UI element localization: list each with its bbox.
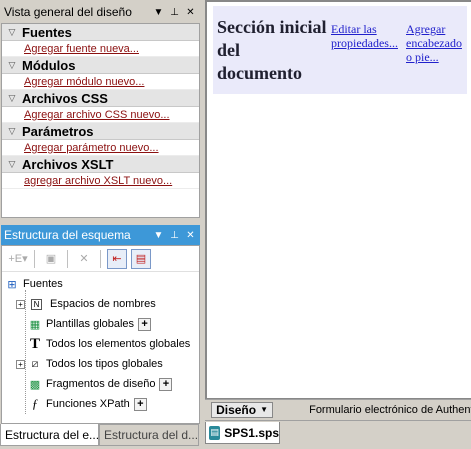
- add-parameter-link[interactable]: Agregar parámetro nuevo...: [2, 140, 199, 156]
- schema-source-icon[interactable]: ▣: [41, 249, 61, 269]
- tree-item-label: Todos los elementos globales: [46, 338, 191, 350]
- sps-file-icon: ▤: [209, 425, 221, 440]
- toolbar-separator: [100, 249, 101, 268]
- overview-panel-title: Vista general del diseño: [4, 5, 132, 19]
- overview-category-fuentes[interactable]: ▽ Fuentes: [2, 24, 199, 41]
- tree-item-label: Fragmentos de diseño: [46, 378, 156, 390]
- tree-item-namespaces[interactable]: + N Espacios de nombres: [2, 294, 199, 314]
- design-view[interactable]: Sección inicial del documento Editar las…: [205, 0, 471, 400]
- file-tab-sps1[interactable]: ▤ SPS1.sps: [205, 422, 280, 444]
- view-selector-label: Diseño: [216, 402, 257, 417]
- add-css-link[interactable]: Agregar archivo CSS nuevo...: [2, 107, 199, 123]
- add-element-icon[interactable]: +E▾: [8, 249, 28, 269]
- tree-item-global-elements[interactable]: T Todos los elementos globales: [2, 334, 199, 354]
- tree-item-label: Funciones XPath: [46, 398, 130, 410]
- schema-panel-header: Estructura del esquema ▼ ⊥ ✕: [1, 225, 200, 245]
- collapse-triangle-icon[interactable]: ▽: [2, 126, 22, 137]
- view-selector-button[interactable]: Diseño ▼: [211, 401, 274, 418]
- pin-icon[interactable]: ⊥: [168, 228, 181, 242]
- overview-category-modulos[interactable]: ▽ Módulos: [2, 57, 199, 74]
- tree-item-label: Espacios de nombres: [50, 298, 156, 310]
- tree-item-global-templates[interactable]: ▦ Plantillas globales +: [2, 314, 199, 334]
- file-tab-bar: ▤ SPS1.sps: [205, 420, 471, 449]
- category-label: Fuentes: [22, 24, 72, 40]
- fragment-icon: ▩: [29, 378, 41, 391]
- dropdown-icon[interactable]: ▼: [152, 5, 165, 19]
- category-label: Módulos: [22, 57, 76, 73]
- dropdown-icon[interactable]: ▼: [152, 228, 165, 242]
- category-label: Parámetros: [22, 123, 94, 139]
- tab-design-tree[interactable]: Estructura del d...: [99, 424, 199, 446]
- sources-icon: ⊞: [7, 278, 17, 291]
- collapse-triangle-icon[interactable]: ▽: [2, 93, 22, 104]
- add-header-footer-link[interactable]: Agregar encabezado o pie...: [406, 22, 466, 64]
- add-module-link[interactable]: Agregar módulo nuevo...: [2, 74, 199, 90]
- view-bar: Diseño ▼ Formulario electrónico de Authe…: [205, 399, 471, 419]
- schema-tree-panel: +E▾ ▣ ✕ ⇤ ▤ ⊞ Fuentes + N Espacios de no…: [1, 245, 200, 424]
- overview-category-parametros[interactable]: ▽ Parámetros: [2, 123, 199, 140]
- tree-item-label: Todos los tipos globales: [46, 358, 163, 370]
- schema-tree: ⊞ Fuentes + N Espacios de nombres ▦ Plan…: [2, 272, 199, 414]
- category-label: Archivos XSLT: [22, 156, 114, 172]
- add-global-template-button[interactable]: +: [138, 317, 152, 331]
- initial-document-section[interactable]: Sección inicial del documento Editar las…: [213, 6, 467, 94]
- close-icon[interactable]: ✕: [184, 5, 197, 19]
- collapse-triangle-icon[interactable]: ▽: [2, 27, 22, 38]
- overview-panel-header: Vista general del diseño ▼ ⊥ ✕: [1, 2, 200, 22]
- design-overview-panel: ▽ Fuentes Agregar fuente nueva... ▽ Módu…: [1, 23, 200, 218]
- tree-root-label: Fuentes: [23, 278, 63, 290]
- left-column: Vista general del diseño ▼ ⊥ ✕ ▽ Fuentes…: [0, 0, 201, 449]
- function-icon: ƒ: [31, 396, 39, 411]
- add-xpath-function-button[interactable]: +: [133, 397, 147, 411]
- close-icon[interactable]: ✕: [184, 228, 197, 242]
- tree-item-label: Plantillas globales: [46, 318, 135, 330]
- toolbar-separator: [34, 249, 35, 268]
- expand-icon[interactable]: +: [16, 359, 25, 369]
- tree-root-sources[interactable]: ⊞ Fuentes: [2, 274, 199, 294]
- collapse-triangle-icon[interactable]: ▽: [2, 159, 22, 170]
- tree-item-design-fragments[interactable]: ▩ Fragmentos de diseño +: [2, 374, 199, 394]
- left-panel-tabs: Estructura del e... Estructura del d...: [0, 424, 201, 449]
- schema-toolbar: +E▾ ▣ ✕ ⇤ ▤: [2, 246, 199, 272]
- sort-attributes-icon[interactable]: ⇤: [107, 248, 127, 269]
- authentic-form-tab[interactable]: Formulario electrónico de Authentic: [309, 404, 471, 416]
- delete-icon[interactable]: ✕: [74, 249, 94, 269]
- section-title: Sección inicial del documento: [217, 17, 327, 83]
- add-xslt-link[interactable]: agregar archivo XSLT nuevo...: [2, 173, 199, 189]
- overview-category-xslt[interactable]: ▽ Archivos XSLT: [2, 156, 199, 173]
- tab-schema-tree[interactable]: Estructura del e...: [0, 424, 99, 446]
- toolbar-separator: [67, 249, 68, 268]
- tree-item-xpath-functions[interactable]: ƒ Funciones XPath +: [2, 394, 199, 414]
- tree-item-global-types[interactable]: + ⧄ Todos los tipos globales: [2, 354, 199, 374]
- category-label: Archivos CSS: [22, 90, 108, 106]
- types-icon: ⧄: [31, 357, 39, 370]
- file-tab-label: SPS1.sps: [224, 425, 279, 440]
- add-source-link[interactable]: Agregar fuente nueva...: [2, 41, 199, 57]
- edit-properties-link[interactable]: Editar las propiedades...: [331, 22, 403, 50]
- global-templates-icon: ▦: [29, 318, 41, 331]
- sort-elements-icon[interactable]: ▤: [131, 248, 151, 269]
- pin-icon[interactable]: ⊥: [168, 5, 181, 19]
- text-t-icon: T: [29, 335, 40, 352]
- namespace-icon: N: [31, 298, 42, 310]
- chevron-down-icon: ▼: [260, 405, 269, 414]
- collapse-triangle-icon[interactable]: ▽: [2, 60, 22, 71]
- schema-panel-title: Estructura del esquema: [4, 228, 131, 242]
- add-fragment-button[interactable]: +: [159, 377, 173, 391]
- overview-category-css[interactable]: ▽ Archivos CSS: [2, 90, 199, 107]
- expand-icon[interactable]: +: [16, 299, 25, 309]
